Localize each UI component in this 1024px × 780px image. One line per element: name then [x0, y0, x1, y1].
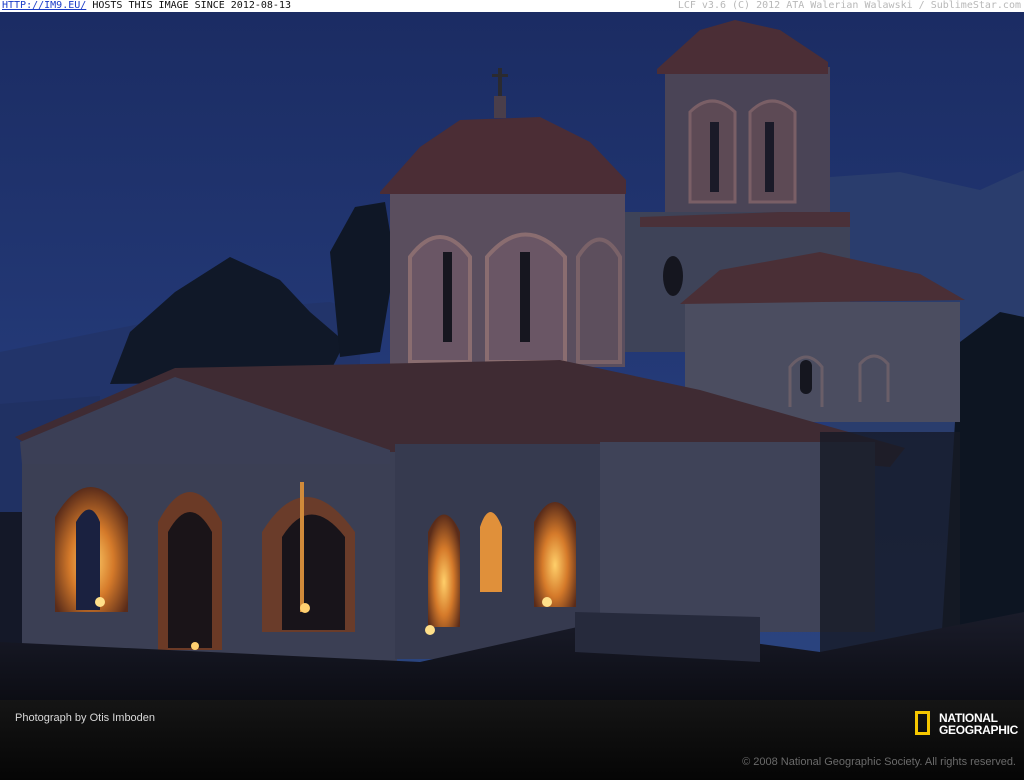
lit-arch-4: [428, 514, 460, 627]
photo-credit: Photograph by Otis Imboden: [15, 712, 156, 724]
dome-arch-right: [576, 237, 622, 364]
dome-arch-left: [408, 235, 472, 364]
candle-flame-1: [95, 597, 105, 607]
copyright-notice: © 2008 National Geographic Society. All …: [742, 756, 1016, 768]
image-host-banner: HTTP://IM9.EU/ HOSTS THIS IMAGE SINCE 20…: [0, 0, 1024, 12]
lit-arch-5: [480, 512, 502, 592]
national-geographic-logo: NATIONAL GEOGRAPHIC: [915, 711, 1018, 741]
candle-flame-3: [300, 603, 310, 613]
photo-footer: Photograph by Otis Imboden NATIONAL GEOG…: [0, 700, 1024, 780]
logo-line-2: GEOGRAPHIC: [939, 723, 1019, 737]
cross-icon: [498, 68, 502, 96]
logo-text: NATIONAL GEOGRAPHIC: [939, 712, 1018, 736]
host-banner-credit: LCF v3.6 (C) 2012 ATA Walerian Walawski …: [677, 0, 1021, 11]
lit-arch-6: [534, 502, 576, 607]
host-link[interactable]: HTTP://IM9.EU/: [2, 0, 86, 11]
host-since-text: HOSTS THIS IMAGE SINCE 2012-08-13: [86, 0, 291, 11]
host-banner-left: HTTP://IM9.EU/ HOSTS THIS IMAGE SINCE 20…: [2, 0, 291, 12]
church-illustration: [0, 12, 1024, 700]
church-photo: [0, 12, 1024, 700]
candle-flame-4: [425, 625, 435, 635]
candle-flame-5: [542, 597, 552, 607]
candle-flame-2: [191, 642, 199, 650]
yellow-frame-icon: [915, 711, 930, 735]
